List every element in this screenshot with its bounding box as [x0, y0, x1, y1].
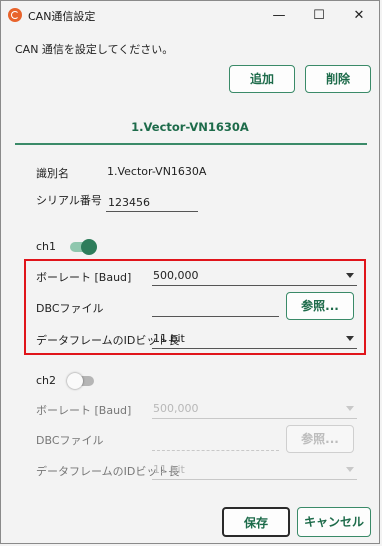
- ch2-dbc-label: DBCファイル: [36, 434, 104, 447]
- cancel-button[interactable]: キャンセル: [297, 507, 371, 537]
- ch1-dbc-label: DBCファイル: [36, 302, 104, 315]
- serial-label: シリアル番号: [36, 194, 102, 207]
- ch1-toggle[interactable]: [70, 239, 97, 255]
- ch1-browse-button[interactable]: 参照...: [286, 292, 354, 320]
- add-button[interactable]: 追加: [229, 65, 295, 93]
- app-icon: [8, 8, 22, 22]
- tab-indicator: [15, 143, 367, 145]
- save-button[interactable]: 保存: [222, 507, 290, 537]
- ch2-baudrate-select: 500,000: [153, 402, 199, 415]
- delete-button[interactable]: 削除: [305, 65, 371, 93]
- ch2-id-bits-select: 11 bit: [153, 463, 185, 476]
- ch2-label: ch2: [36, 374, 57, 387]
- ch1-baudrate-label: ボーレート [Baud]: [36, 271, 132, 284]
- ch1-baudrate-select[interactable]: 500,000: [153, 269, 199, 282]
- tab-device[interactable]: 1.Vector-VN1630A: [1, 120, 379, 134]
- serial-field-underline: [106, 211, 198, 212]
- title-bar: CAN通信設定 — ☐ ✕: [1, 1, 379, 31]
- ch1-dbc-underline: [152, 316, 279, 317]
- ch1-id-bits-select[interactable]: 11 bit: [153, 332, 185, 345]
- instruction-text: CAN 通信を設定してください。: [15, 43, 174, 56]
- id-value: 1.Vector-VN1630A: [107, 165, 207, 178]
- ch2-id-bits-chevron-down-icon: [346, 467, 354, 472]
- ch1-label: ch1: [36, 240, 57, 253]
- ch1-id-bits-underline: [152, 348, 357, 349]
- ch2-toggle-knob: [67, 373, 83, 389]
- ch2-toggle[interactable]: [67, 373, 94, 389]
- minimize-button[interactable]: —: [259, 1, 299, 31]
- can-settings-window: CAN通信設定 — ☐ ✕ CAN 通信を設定してください。 追加 削除 1.V…: [0, 0, 380, 544]
- close-button[interactable]: ✕: [339, 1, 379, 31]
- ch2-baudrate-label: ボーレート [Baud]: [36, 404, 132, 417]
- ch1-id-bits-chevron-down-icon[interactable]: [346, 336, 354, 341]
- serial-field[interactable]: 123456: [108, 196, 150, 209]
- id-label: 識別名: [36, 167, 69, 180]
- ch1-baudrate-underline: [152, 285, 357, 286]
- ch1-toggle-knob: [81, 239, 97, 255]
- window-title: CAN通信設定: [28, 10, 96, 23]
- ch2-browse-button: 参照...: [286, 425, 354, 453]
- ch2-id-bits-underline: [152, 479, 357, 480]
- ch1-baudrate-chevron-down-icon[interactable]: [346, 273, 354, 278]
- ch2-baudrate-underline: [152, 418, 357, 419]
- ch2-baudrate-chevron-down-icon: [346, 406, 354, 411]
- ch2-dbc-underline: [152, 450, 279, 451]
- maximize-button[interactable]: ☐: [299, 1, 339, 31]
